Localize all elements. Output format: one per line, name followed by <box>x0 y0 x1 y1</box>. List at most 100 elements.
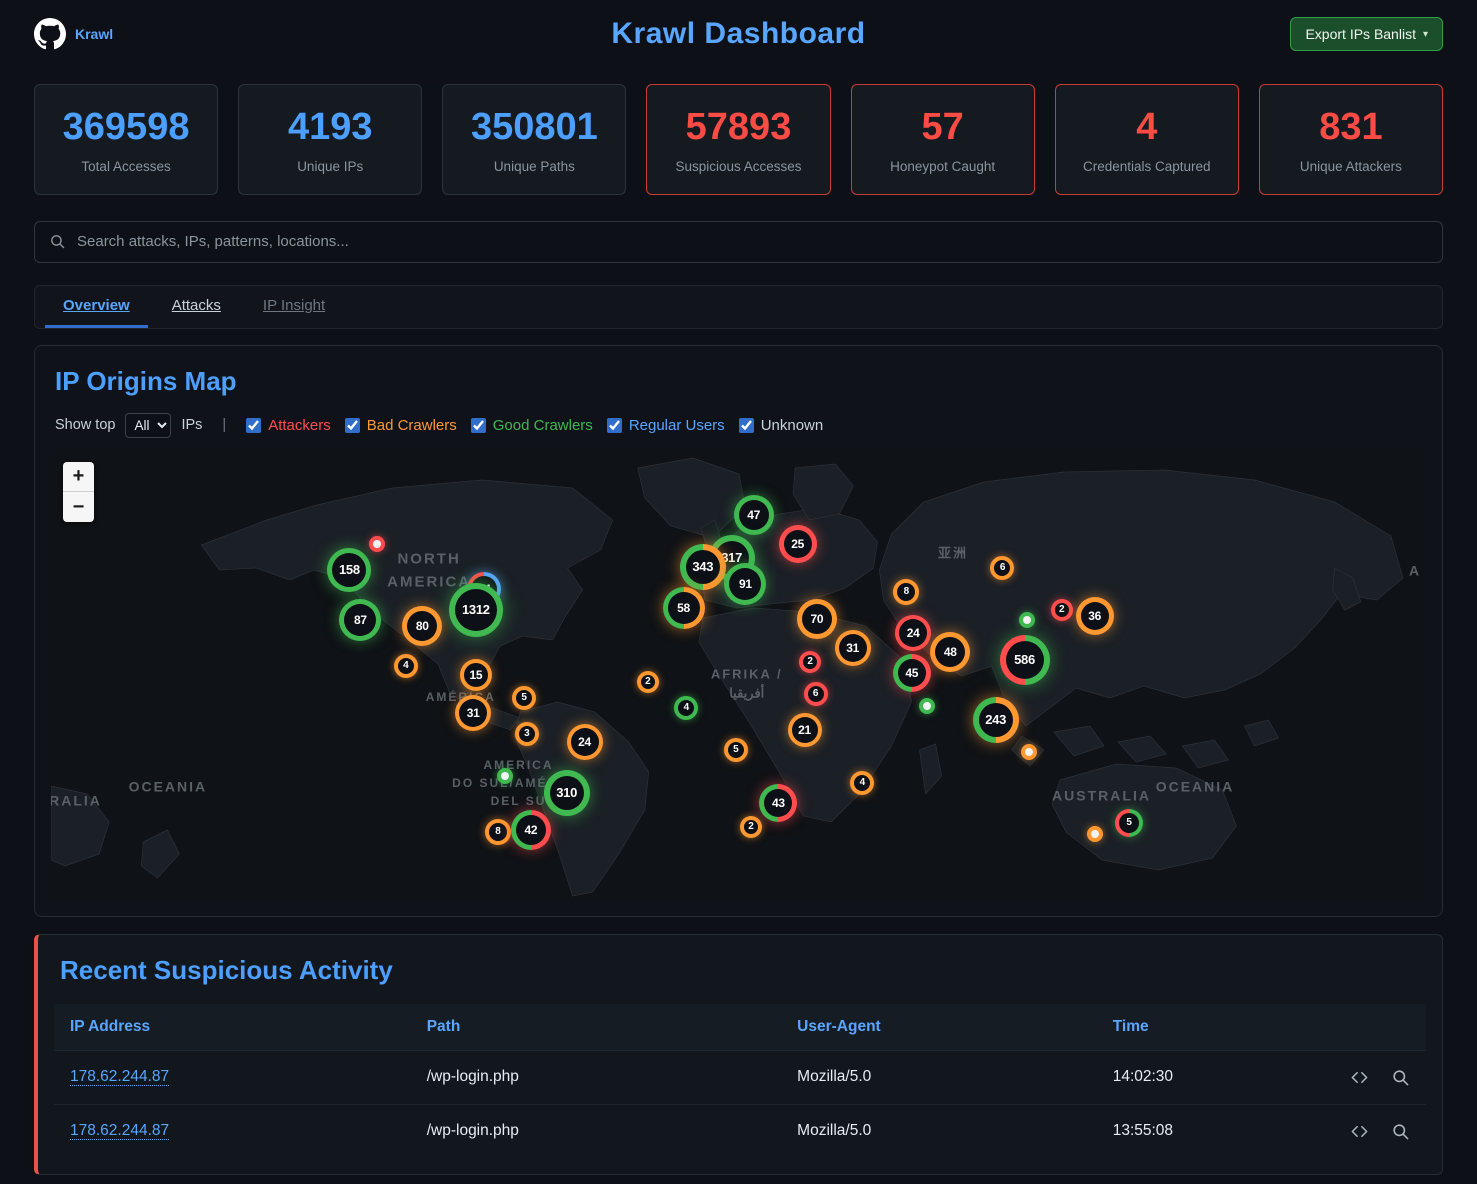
map-marker[interactable]: 48 <box>930 632 970 672</box>
map-marker[interactable]: 5 <box>1115 809 1143 837</box>
stat-label: Unique Attackers <box>1266 159 1436 174</box>
map-marker[interactable]: 91 <box>724 563 766 605</box>
legend-label: Good Crawlers <box>493 417 593 434</box>
map-panel-title: IP Origins Map <box>55 366 1426 397</box>
legend-label: Attackers <box>268 417 331 434</box>
map-marker[interactable]: 6 <box>804 682 828 706</box>
search-icon <box>49 233 66 250</box>
map-marker[interactable]: 586 <box>1000 635 1050 685</box>
map-marker[interactable]: 42 <box>511 810 551 850</box>
map-marker[interactable]: 24 <box>567 724 603 760</box>
map-marker[interactable] <box>1021 744 1037 760</box>
activity-panel-title: Recent Suspicious Activity <box>60 955 1426 986</box>
column-header-user-agent: User-Agent <box>781 1004 1097 1051</box>
map-marker[interactable]: 15 <box>460 659 492 691</box>
map-marker-count: 5 <box>516 690 532 706</box>
legend-checkbox[interactable] <box>739 418 754 433</box>
stat-card: 57 Honeypot Caught <box>851 84 1035 195</box>
map-marker[interactable]: 5 <box>724 738 748 762</box>
show-top-select[interactable]: All <box>125 413 171 438</box>
map-marker[interactable]: 310 <box>544 770 590 816</box>
column-header-path: Path <box>411 1004 781 1051</box>
map-marker-count: 5 <box>728 742 744 758</box>
search-input[interactable] <box>77 233 1428 250</box>
column-header-time: Time <box>1097 1004 1303 1051</box>
map-marker[interactable] <box>497 768 513 784</box>
map-marker-count: 8 <box>897 583 915 601</box>
map-marker[interactable]: 5 <box>512 686 536 710</box>
map-marker[interactable]: 70 <box>797 599 837 639</box>
map-marker[interactable]: 3 <box>515 722 539 746</box>
map-marker[interactable]: 36 <box>1076 597 1114 635</box>
zoom-in-button[interactable]: + <box>63 462 94 492</box>
map-marker[interactable] <box>1019 612 1035 628</box>
map-marker[interactable]: 2 <box>799 651 821 673</box>
stat-value: 4193 <box>245 107 415 149</box>
view-code-icon[interactable] <box>1350 1068 1369 1087</box>
export-banlist-button[interactable]: Export IPs Banlist ▾ <box>1290 17 1443 51</box>
map-marker-count: 586 <box>1006 641 1044 679</box>
search-icon[interactable] <box>1391 1122 1410 1141</box>
map-marker[interactable]: 47 <box>734 495 774 535</box>
legend-item-good-crawlers[interactable]: Good Crawlers <box>471 417 593 434</box>
legend-checkbox[interactable] <box>607 418 622 433</box>
world-map[interactable]: + − NORTH AMERICAAMÉRICAAFRIKA / أفريقيا… <box>51 450 1426 900</box>
map-marker[interactable] <box>1087 826 1103 842</box>
legend-item-attackers[interactable]: Attackers <box>246 417 331 434</box>
app-logo[interactable]: Krawl <box>34 18 113 50</box>
legend-label: Unknown <box>761 417 824 434</box>
tab-ip-insight[interactable]: IP Insight <box>245 286 343 328</box>
map-marker[interactable] <box>919 698 935 714</box>
map-marker[interactable]: 8 <box>485 819 511 845</box>
github-icon <box>34 18 66 50</box>
map-marker-count <box>373 540 381 548</box>
map-marker[interactable]: 80 <box>402 606 442 646</box>
view-code-icon[interactable] <box>1350 1122 1369 1141</box>
legend-checkbox[interactable] <box>345 418 360 433</box>
legend-checkbox[interactable] <box>471 418 486 433</box>
map-marker[interactable]: 243 <box>973 697 1019 743</box>
map-marker[interactable]: 4 <box>394 654 418 678</box>
search-icon[interactable] <box>1391 1068 1410 1087</box>
ip-address-link[interactable]: 178.62.244.87 <box>70 1122 169 1140</box>
map-marker[interactable]: 343 <box>680 544 726 590</box>
map-marker[interactable]: 31 <box>835 630 871 666</box>
map-marker[interactable]: 4 <box>674 696 698 720</box>
map-marker-count: 1312 <box>455 589 497 631</box>
map-marker[interactable]: 58 <box>663 587 705 629</box>
tab-overview[interactable]: Overview <box>45 286 148 328</box>
map-marker[interactable]: 6 <box>990 556 1014 580</box>
map-marker-count: 80 <box>407 611 437 641</box>
legend-item-bad-crawlers[interactable]: Bad Crawlers <box>345 417 457 434</box>
legend-label: Bad Crawlers <box>367 417 457 434</box>
map-marker[interactable]: 1312 <box>449 583 503 637</box>
map-marker[interactable]: 24 <box>895 615 931 651</box>
map-marker[interactable]: 8 <box>893 579 919 605</box>
map-marker-count: 24 <box>571 728 599 756</box>
map-marker[interactable]: 21 <box>788 713 822 747</box>
map-marker[interactable]: 31 <box>455 695 491 731</box>
map-marker-count: 2 <box>803 655 817 669</box>
map-marker[interactable]: 2 <box>1051 599 1073 621</box>
map-marker[interactable] <box>369 536 385 552</box>
map-marker[interactable]: 87 <box>339 599 381 641</box>
legend-item-regular-users[interactable]: Regular Users <box>607 417 725 434</box>
logo-label: Krawl <box>75 26 113 42</box>
tab-attacks[interactable]: Attacks <box>154 286 239 328</box>
legend: Attackers Bad Crawlers Good Crawlers Reg… <box>246 417 837 434</box>
map-marker[interactable]: 43 <box>759 784 797 822</box>
map-marker[interactable]: 2 <box>637 671 659 693</box>
map-marker[interactable]: 45 <box>893 654 931 692</box>
path-cell: /wp-login.php <box>411 1104 781 1158</box>
map-marker[interactable]: 2 <box>740 816 762 838</box>
map-marker[interactable]: 4 <box>850 771 874 795</box>
map-marker[interactable]: 25 <box>779 525 817 563</box>
ip-address-link[interactable]: 178.62.244.87 <box>70 1068 169 1086</box>
stat-value: 4 <box>1062 107 1232 149</box>
ip-origins-panel: IP Origins Map Show top All IPs | Attack… <box>34 345 1443 917</box>
legend-checkbox[interactable] <box>246 418 261 433</box>
legend-item-unknown[interactable]: Unknown <box>739 417 824 434</box>
map-marker-count <box>501 772 509 780</box>
map-marker[interactable]: 158 <box>327 548 371 592</box>
zoom-out-button[interactable]: − <box>63 492 94 522</box>
